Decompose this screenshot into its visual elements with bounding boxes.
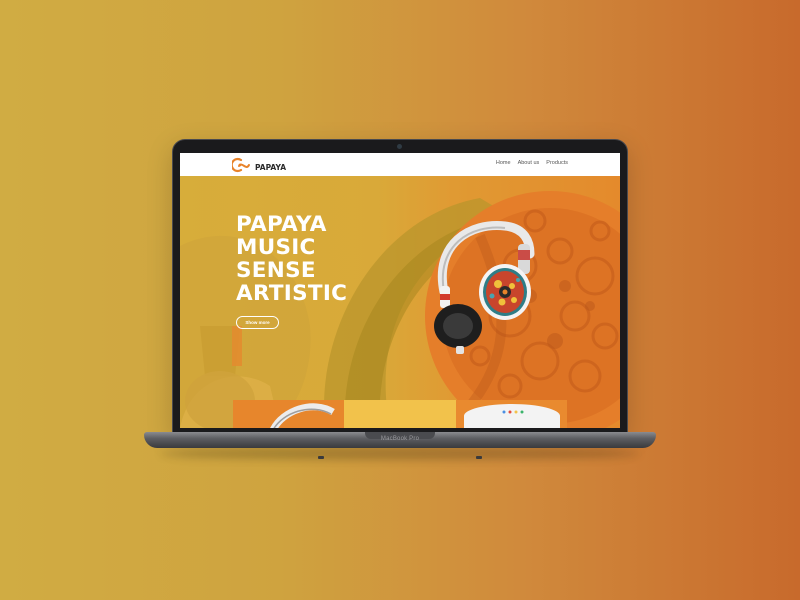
laptop-mockup: PAPAYA Home About us Products PAPAYA MUS… xyxy=(0,0,800,600)
hero-title-line: SENSE xyxy=(236,258,316,283)
laptop-screen: PAPAYA Home About us Products PAPAYA MUS… xyxy=(180,153,620,428)
product-card[interactable] xyxy=(344,400,456,428)
nav-link-home[interactable]: Home xyxy=(496,160,511,166)
hero-title-line: PAPAYA xyxy=(236,212,327,237)
hero-title-line: MUSIC xyxy=(236,235,316,260)
hero-title-line: ARTISTIC xyxy=(236,281,348,306)
product-cards xyxy=(233,400,567,428)
papaya-logo-icon xyxy=(232,157,250,173)
laptop-foot xyxy=(318,456,324,459)
headphone-thumbnail xyxy=(270,403,335,428)
laptop-foot xyxy=(476,456,482,459)
laptop-shadow xyxy=(160,448,640,460)
device-model-label: MacBook Pro xyxy=(380,436,420,442)
brand-name: PAPAYA xyxy=(255,162,287,172)
product-card[interactable] xyxy=(233,400,345,428)
hero-title: PAPAYA MUSIC SENSE ARTISTIC xyxy=(236,213,347,305)
nav-links: Home About us Products xyxy=(496,160,568,166)
nav-link-about[interactable]: About us xyxy=(518,160,540,166)
product-card[interactable] xyxy=(455,400,567,428)
site-navbar: PAPAYA Home About us Products xyxy=(180,153,620,176)
nav-link-products[interactable]: Products xyxy=(546,160,568,166)
webcam-icon xyxy=(397,144,402,149)
smart-speaker-thumbnail xyxy=(463,404,560,428)
brand-logo[interactable]: PAPAYA xyxy=(232,157,286,173)
show-more-button[interactable]: Show more xyxy=(236,316,279,329)
hero-section: PAPAYA MUSIC SENSE ARTISTIC Show more xyxy=(180,176,620,428)
headphones-product-image xyxy=(434,221,535,354)
